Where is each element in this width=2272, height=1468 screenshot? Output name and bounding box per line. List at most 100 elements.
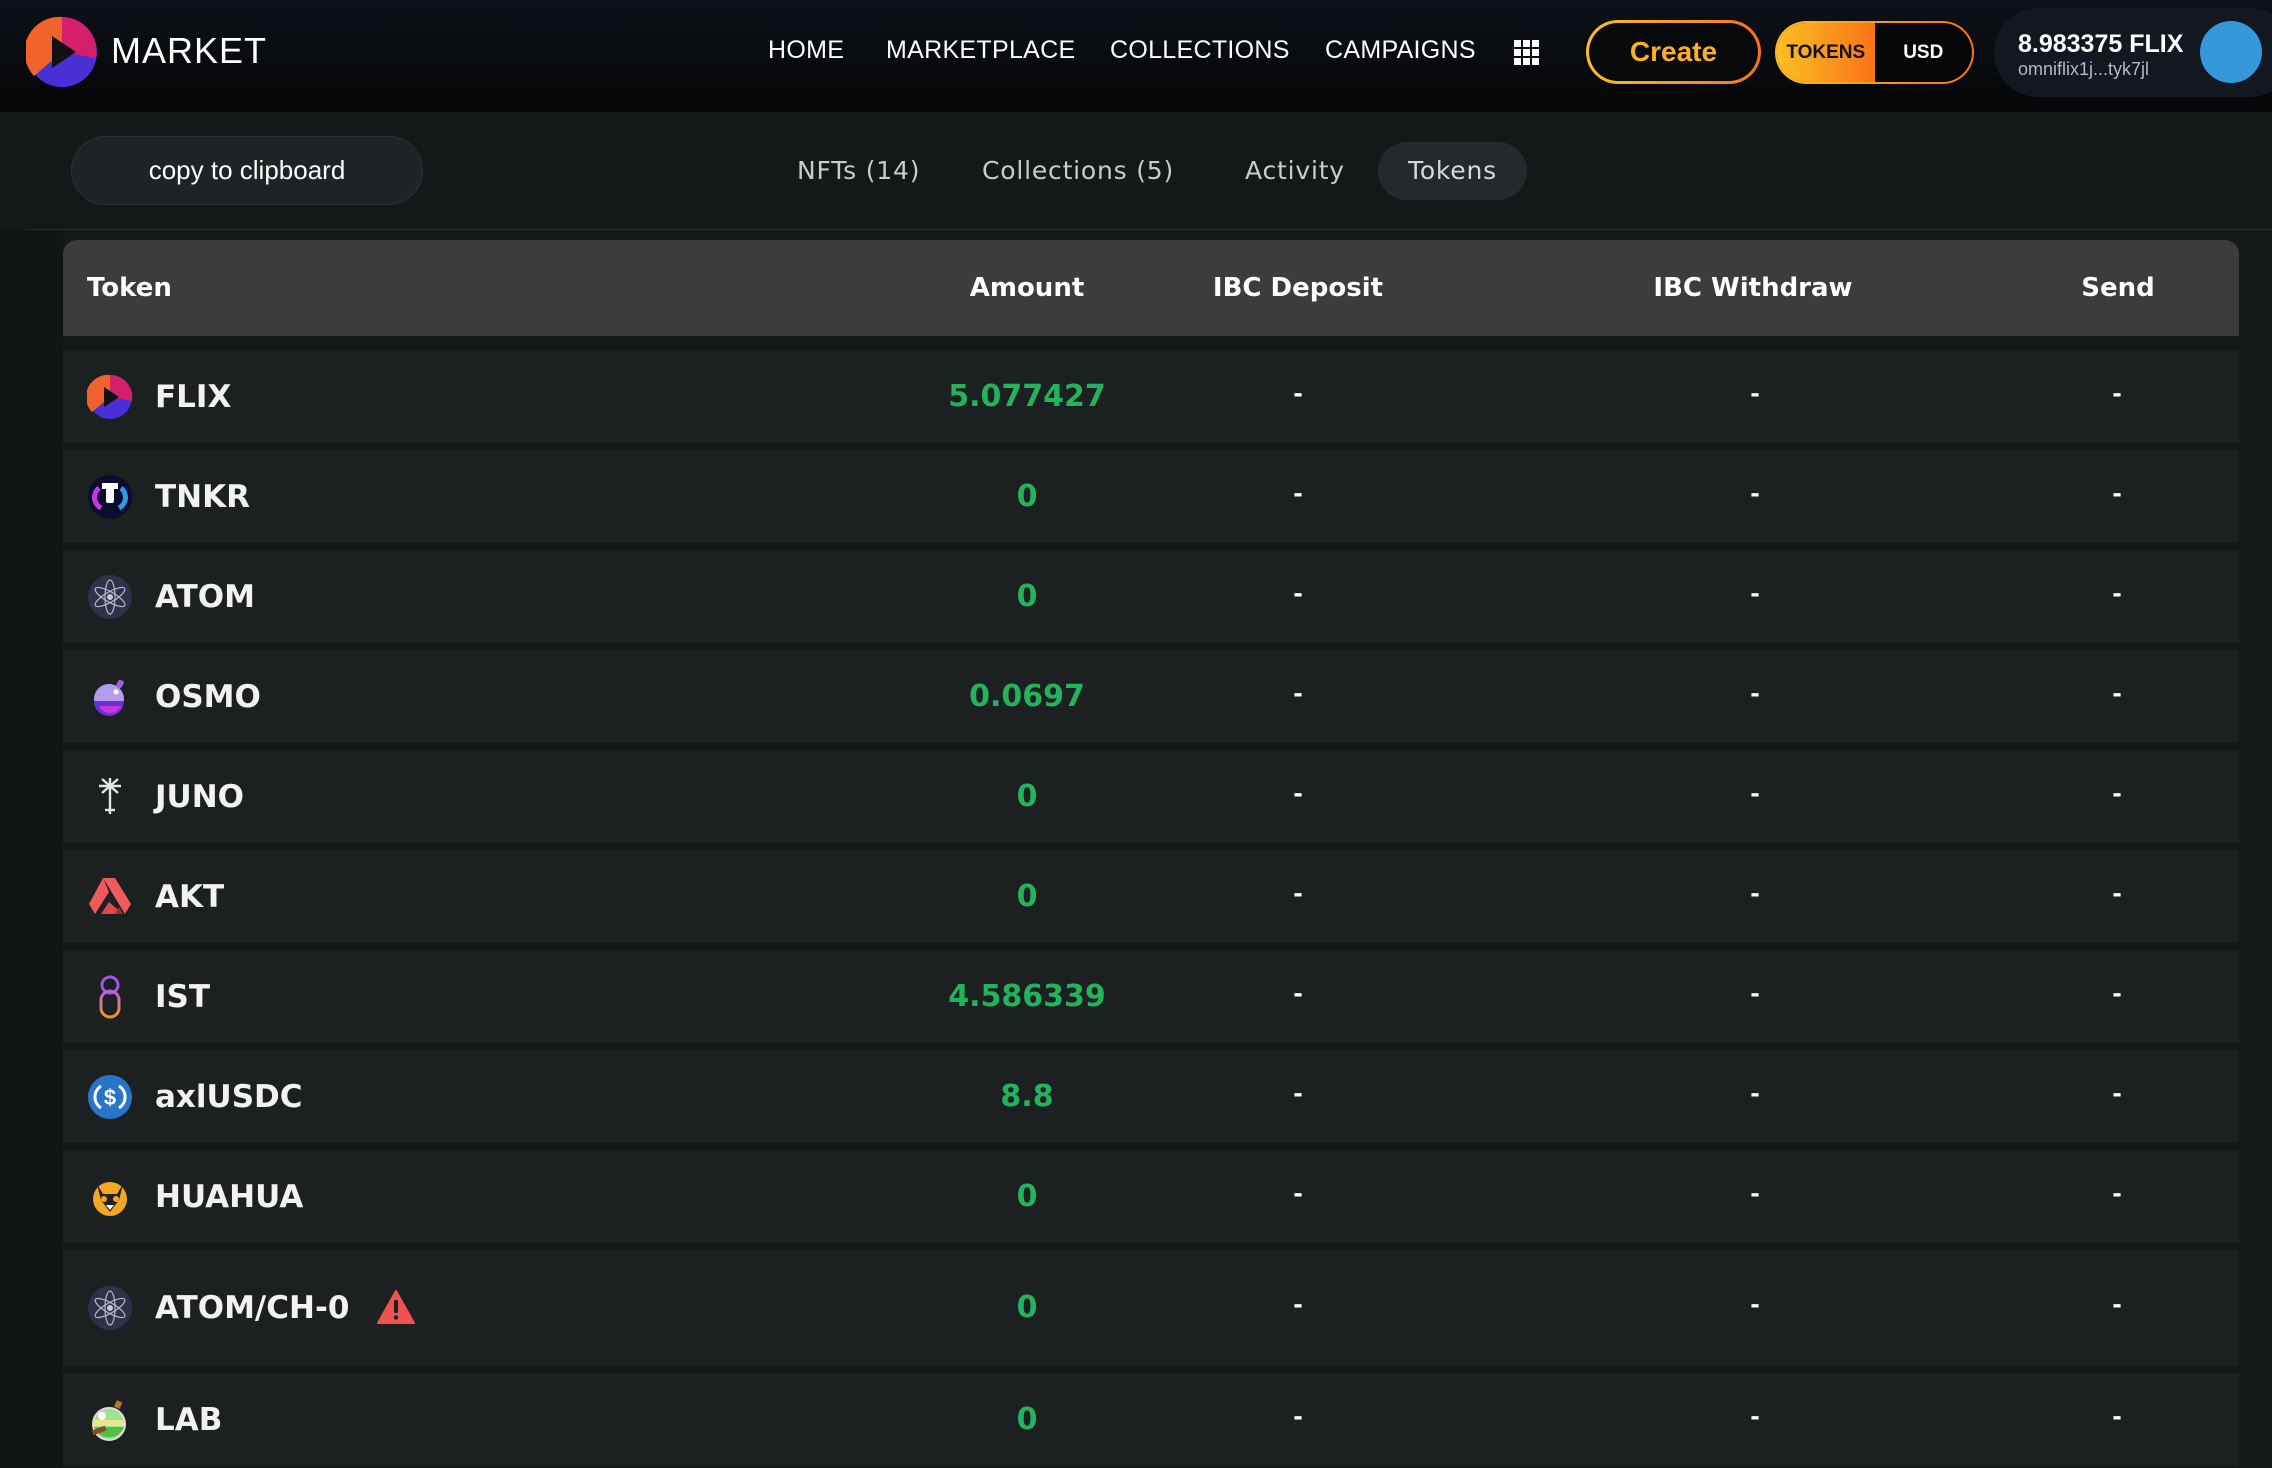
token-symbol: LAB bbox=[155, 1401, 223, 1438]
juno-icon bbox=[87, 774, 133, 820]
market-logo-icon[interactable] bbox=[26, 16, 98, 88]
send-cell[interactable]: - bbox=[2087, 677, 2147, 709]
table-row: $ axlUSDC 8.8 - - - bbox=[63, 1050, 2239, 1143]
token-symbol: axlUSDC bbox=[155, 1078, 303, 1115]
table-row: JUNO 0 - - - bbox=[63, 750, 2239, 843]
send-cell[interactable]: - bbox=[2087, 977, 2147, 1009]
apps-grid-icon[interactable] bbox=[1514, 40, 1539, 65]
nav-home[interactable]: HOME bbox=[768, 36, 844, 65]
token-symbol: IST bbox=[155, 978, 211, 1015]
table-row: LAB 0 - - - bbox=[63, 1373, 2239, 1466]
token-symbol: JUNO bbox=[155, 778, 245, 815]
ibc-deposit-cell[interactable]: - bbox=[1268, 777, 1328, 809]
ibc-deposit-cell[interactable]: - bbox=[1268, 377, 1328, 409]
token-amount: 0 bbox=[1016, 1401, 1038, 1437]
left-gutter bbox=[0, 230, 63, 1468]
ibc-withdraw-cell[interactable]: - bbox=[1725, 877, 1785, 909]
table-row: TNKR 0 - - - bbox=[63, 450, 2239, 543]
ibc-withdraw-cell[interactable]: - bbox=[1725, 377, 1785, 409]
token-amount: 0 bbox=[1016, 778, 1038, 814]
send-cell[interactable]: - bbox=[2087, 477, 2147, 509]
table-row: AKT 0 - - - bbox=[63, 850, 2239, 943]
token-amount: 0 bbox=[1016, 478, 1038, 514]
osmo-icon bbox=[87, 674, 133, 720]
wallet-address: omniflix1j...tyk7jl bbox=[2018, 59, 2150, 79]
nav-marketplace[interactable]: MARKETPLACE bbox=[886, 36, 1075, 65]
ibc-deposit-cell[interactable]: - bbox=[1268, 1177, 1328, 1209]
ibc-withdraw-cell[interactable]: - bbox=[1725, 1077, 1785, 1109]
create-button[interactable]: Create bbox=[1586, 20, 1761, 84]
token-amount: 4.586339 bbox=[948, 978, 1106, 1014]
send-cell[interactable]: - bbox=[2087, 1400, 2147, 1432]
send-cell[interactable]: - bbox=[2087, 877, 2147, 909]
ibc-deposit-cell[interactable]: - bbox=[1268, 677, 1328, 709]
tnkr-icon bbox=[87, 474, 133, 520]
token-symbol: AKT bbox=[155, 878, 225, 915]
token-symbol: ATOM/CH-0 bbox=[155, 1290, 350, 1326]
currency-toggle: TOKENS USD bbox=[1775, 21, 1974, 84]
lab-icon bbox=[87, 1397, 133, 1443]
token-symbol: FLIX bbox=[155, 378, 232, 415]
huahua-icon bbox=[87, 1174, 133, 1220]
brand-name: MARKET bbox=[111, 30, 268, 71]
column-header-token: Token bbox=[87, 273, 172, 303]
ibc-withdraw-cell[interactable]: - bbox=[1725, 477, 1785, 509]
table-row: FLIX 5.077427 - - - bbox=[63, 350, 2239, 443]
ibc-deposit-cell[interactable]: - bbox=[1268, 1400, 1328, 1432]
send-cell[interactable]: - bbox=[2087, 1177, 2147, 1209]
column-header-ibc-deposit: IBC Deposit bbox=[1212, 273, 1384, 303]
tab-activity[interactable]: Activity bbox=[1215, 142, 1375, 200]
ibc-withdraw-cell[interactable]: - bbox=[1725, 777, 1785, 809]
token-symbol: TNKR bbox=[155, 478, 250, 515]
column-header-ibc-withdraw: IBC Withdraw bbox=[1653, 273, 1853, 303]
ibc-withdraw-cell[interactable]: - bbox=[1725, 1400, 1785, 1432]
atom-icon bbox=[87, 574, 133, 620]
warning-icon[interactable] bbox=[377, 1290, 415, 1324]
toggle-tokens[interactable]: TOKENS bbox=[1777, 23, 1875, 82]
token-amount: 0.0697 bbox=[969, 678, 1085, 714]
table-row: OSMO 0.0697 - - - bbox=[63, 650, 2239, 743]
token-amount: 5.077427 bbox=[948, 378, 1106, 414]
copy-to-clipboard-button[interactable]: copy to clipboard bbox=[71, 136, 423, 205]
ibc-deposit-cell[interactable]: - bbox=[1268, 577, 1328, 609]
token-amount: 0 bbox=[1016, 578, 1038, 614]
ibc-deposit-cell[interactable]: - bbox=[1268, 977, 1328, 1009]
tab-collections[interactable]: Collections (5) bbox=[952, 142, 1204, 200]
table-row: IST 4.586339 - - - bbox=[63, 950, 2239, 1043]
ibc-deposit-cell[interactable]: - bbox=[1268, 1288, 1328, 1320]
token-amount: 8.8 bbox=[1000, 1078, 1054, 1114]
svg-text:$: $ bbox=[104, 1085, 116, 1110]
table-row: ATOM 0 - - - bbox=[63, 550, 2239, 643]
send-cell[interactable]: - bbox=[2087, 777, 2147, 809]
ibc-withdraw-cell[interactable]: - bbox=[1725, 1288, 1785, 1320]
nav-campaigns[interactable]: CAMPAIGNS bbox=[1325, 36, 1476, 65]
table-header: Token Amount IBC Deposit IBC Withdraw Se… bbox=[63, 240, 2239, 336]
atom-icon bbox=[87, 1285, 133, 1331]
wallet-balance: 8.983375 FLIX bbox=[2018, 30, 2184, 58]
tab-tokens[interactable]: Tokens bbox=[1378, 142, 1527, 200]
send-cell[interactable]: - bbox=[2087, 377, 2147, 409]
ibc-deposit-cell[interactable]: - bbox=[1268, 877, 1328, 909]
table-row: HUAHUA 0 - - - bbox=[63, 1150, 2239, 1243]
toggle-usd[interactable]: USD bbox=[1875, 23, 1973, 82]
send-cell[interactable]: - bbox=[2087, 577, 2147, 609]
ibc-deposit-cell[interactable]: - bbox=[1268, 477, 1328, 509]
usdc-icon: $ bbox=[87, 1074, 133, 1120]
ibc-withdraw-cell[interactable]: - bbox=[1725, 577, 1785, 609]
divider bbox=[26, 229, 2272, 230]
tab-nfts[interactable]: NFTs (14) bbox=[767, 142, 950, 200]
ibc-withdraw-cell[interactable]: - bbox=[1725, 1177, 1785, 1209]
ibc-withdraw-cell[interactable]: - bbox=[1725, 677, 1785, 709]
table-row: ATOM/CH-0 0 - - - bbox=[63, 1250, 2239, 1366]
avatar bbox=[2200, 21, 2262, 83]
flix-icon bbox=[86, 374, 133, 420]
token-symbol: HUAHUA bbox=[155, 1178, 304, 1215]
nav-collections[interactable]: COLLECTIONS bbox=[1110, 36, 1290, 65]
send-cell[interactable]: - bbox=[2087, 1077, 2147, 1109]
ibc-deposit-cell[interactable]: - bbox=[1268, 1077, 1328, 1109]
wallet-button[interactable]: 8.983375 FLIX omniflix1j...tyk7jl bbox=[1994, 8, 2272, 97]
ibc-withdraw-cell[interactable]: - bbox=[1725, 977, 1785, 1009]
send-cell[interactable]: - bbox=[2087, 1288, 2147, 1320]
token-symbol: OSMO bbox=[155, 678, 261, 715]
token-amount: 0 bbox=[1016, 1290, 1038, 1325]
